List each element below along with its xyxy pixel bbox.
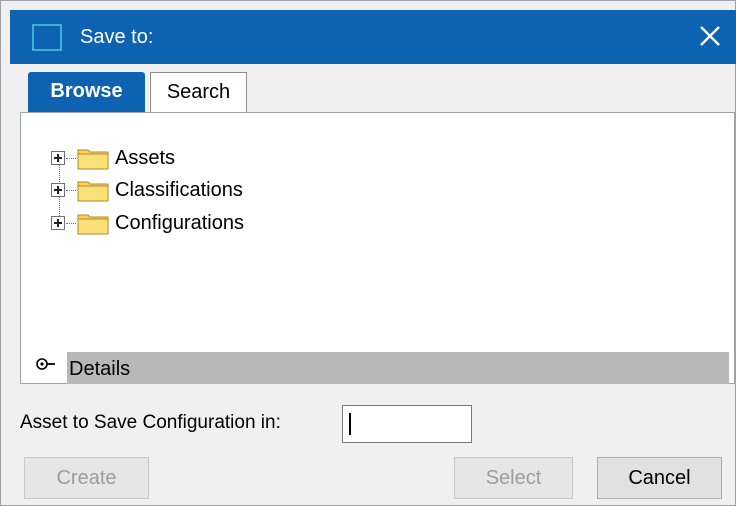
- details-label[interactable]: Details: [69, 358, 130, 381]
- expand-icon[interactable]: [51, 183, 65, 197]
- tree-item-label: Classifications: [115, 178, 243, 201]
- tree-item-label: Assets: [115, 146, 176, 169]
- save-to-dialog: Save to: Browse Search Assets Classifica…: [0, 0, 736, 506]
- asset-input[interactable]: [342, 405, 472, 443]
- select-button[interactable]: Select: [454, 457, 573, 499]
- details-bar[interactable]: [67, 352, 729, 384]
- app-icon: [32, 24, 62, 51]
- expand-details-icon[interactable]: [35, 356, 61, 372]
- tree-item-label: Configurations: [115, 211, 244, 234]
- tab-browse[interactable]: Browse: [28, 72, 145, 113]
- text-cursor: [349, 413, 351, 435]
- tree-item-assets[interactable]: Assets: [51, 143, 175, 173]
- tab-search[interactable]: Search: [150, 72, 247, 113]
- folder-icon: [77, 149, 109, 170]
- tree-item-classifications[interactable]: Classifications: [51, 175, 243, 205]
- folder-icon: [77, 214, 109, 235]
- expand-icon[interactable]: [51, 216, 65, 230]
- cancel-button[interactable]: Cancel: [597, 457, 722, 499]
- tree-item-configurations[interactable]: Configurations: [51, 208, 244, 238]
- create-button[interactable]: Create: [24, 457, 149, 499]
- dialog-title: Save to:: [80, 26, 154, 48]
- tree-panel: Assets Classifications Configurations De…: [20, 112, 735, 384]
- close-icon[interactable]: [695, 21, 725, 51]
- folder-icon: [77, 181, 109, 202]
- expand-icon[interactable]: [51, 151, 65, 165]
- asset-field-label: Asset to Save Configuration in:: [20, 412, 281, 433]
